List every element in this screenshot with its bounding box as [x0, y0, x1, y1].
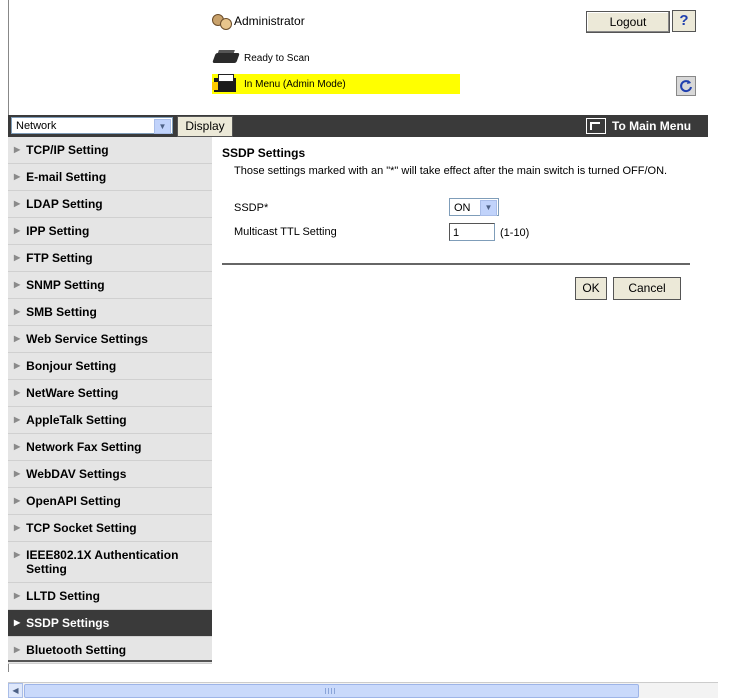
sidebar-item-label: FTP Setting [26, 251, 93, 265]
arrow-icon: ▶ [14, 591, 21, 600]
arrow-icon: ▶ [14, 388, 21, 397]
arrow-icon: ▶ [14, 172, 21, 181]
page-title: SSDP Settings [222, 146, 306, 160]
sidebar-item-label: SMB Setting [26, 305, 97, 319]
arrow-icon: ▶ [14, 307, 21, 316]
sidebar-item-openapi[interactable]: ▶ OpenAPI Setting [8, 488, 212, 515]
arrow-icon: ▶ [14, 469, 21, 478]
ttl-label: Multicast TTL Setting [234, 226, 337, 238]
logout-button[interactable]: Logout [586, 11, 670, 33]
sidebar-item-network-fax[interactable]: ▶ Network Fax Setting [8, 434, 212, 461]
main-menu-label: To Main Menu [612, 118, 692, 133]
arrow-icon: ▶ [14, 361, 21, 370]
arrow-icon: ▶ [14, 442, 21, 451]
arrow-icon: ▶ [14, 145, 21, 154]
ssdp-select[interactable]: ON ▼ [449, 198, 499, 216]
sidebar-item-label: NetWare Setting [26, 386, 119, 400]
content-divider [222, 263, 690, 265]
sidebar-item-ftp[interactable]: ▶ FTP Setting [8, 245, 212, 272]
sidebar-item-netware[interactable]: ▶ NetWare Setting [8, 380, 212, 407]
arrow-icon: ▶ [14, 496, 21, 505]
sidebar-item-snmp[interactable]: ▶ SNMP Setting [8, 272, 212, 299]
arrow-icon: ▶ [14, 226, 21, 235]
user-label: Administrator [234, 14, 305, 28]
sidebar-item-lltd[interactable]: ▶ LLTD Setting [8, 583, 212, 610]
arrow-icon: ▶ [14, 618, 21, 627]
category-select[interactable]: Network ▼ [11, 117, 173, 134]
sidebar-item-label: IEEE802.1X Authentication Setting [26, 548, 179, 576]
sidebar-item-label: Network Fax Setting [26, 440, 142, 454]
sidebar-bottom-divider [8, 660, 212, 662]
mode-status: In Menu (Admin Mode) [212, 74, 460, 94]
main-menu-icon [586, 117, 606, 134]
device-status: Ready to Scan [212, 50, 310, 66]
display-button[interactable]: Display [177, 116, 233, 137]
cancel-button[interactable]: Cancel [613, 277, 681, 300]
sidebar-item-tcpip[interactable]: ▶ TCP/IP Setting [8, 137, 212, 164]
arrow-icon: ▶ [14, 253, 21, 262]
sidebar-item-label: LLTD Setting [26, 589, 100, 603]
sidebar-item-email[interactable]: ▶ E-mail Setting [8, 164, 212, 191]
sidebar-item-label: WebDAV Settings [26, 467, 127, 481]
sidebar-item-ssdp[interactable]: ▶ SSDP Settings [8, 610, 212, 637]
sidebar-item-label: LDAP Setting [26, 197, 103, 211]
scroll-thumb[interactable] [24, 684, 639, 698]
arrow-icon: ▶ [14, 550, 21, 559]
sidebar-item-appletalk[interactable]: ▶ AppleTalk Setting [8, 407, 212, 434]
arrow-icon: ▶ [14, 334, 21, 343]
chevron-down-icon: ▼ [154, 119, 171, 134]
sidebar-item-tcp-socket[interactable]: ▶ TCP Socket Setting [8, 515, 212, 542]
restart-note: Those settings marked with an "*" will t… [234, 165, 668, 177]
chevron-down-icon: ▼ [480, 200, 497, 216]
category-select-value: Network [16, 120, 57, 132]
scanner-icon [212, 50, 240, 66]
horizontal-scrollbar[interactable]: ◀ [8, 682, 718, 698]
sidebar-item-ldap[interactable]: ▶ LDAP Setting [8, 191, 212, 218]
arrow-icon: ▶ [14, 199, 21, 208]
sidebar-item-label: TCP/IP Setting [26, 143, 109, 157]
status-ready-text: Ready to Scan [244, 52, 310, 64]
grip-icon [325, 688, 335, 694]
ok-button[interactable]: OK [575, 277, 607, 300]
refresh-button[interactable] [676, 76, 696, 96]
refresh-icon [680, 80, 692, 93]
arrow-icon: ▶ [14, 280, 21, 289]
header-left-border [8, 0, 9, 115]
sidebar-nav: ▶ TCP/IP Setting ▶ E-mail Setting ▶ LDAP Se… [8, 137, 212, 664]
ssdp-label: SSDP* [234, 202, 269, 214]
sidebar-item-label: E-mail Setting [26, 170, 107, 184]
sidebar-item-label: IPP Setting [26, 224, 90, 238]
help-button[interactable]: ? [672, 10, 696, 32]
sidebar-item-label: AppleTalk Setting [26, 413, 127, 427]
sidebar-item-label: Web Service Settings [26, 332, 148, 346]
ssdp-select-value: ON [454, 202, 471, 214]
sidebar-item-smb[interactable]: ▶ SMB Setting [8, 299, 212, 326]
printer-icon [212, 74, 240, 94]
sidebar-item-label: OpenAPI Setting [26, 494, 121, 508]
to-main-menu-link[interactable]: To Main Menu [586, 116, 691, 135]
sidebar-item-ieee8021x[interactable]: ▶ IEEE802.1X Authentication Setting [8, 542, 212, 583]
arrow-icon: ▶ [14, 415, 21, 424]
sidebar-item-label: TCP Socket Setting [26, 521, 137, 535]
sidebar-item-webdav[interactable]: ▶ WebDAV Settings [8, 461, 212, 488]
scroll-left-icon[interactable]: ◀ [8, 683, 23, 698]
sidebar-item-label: Bonjour Setting [26, 359, 117, 373]
sidebar-item-label: Bluetooth Setting [26, 643, 127, 657]
status-mode-text: In Menu (Admin Mode) [244, 78, 346, 90]
sidebar-item-bonjour[interactable]: ▶ Bonjour Setting [8, 353, 212, 380]
sidebar-item-label: SNMP Setting [26, 278, 105, 292]
sidebar-item-ipp[interactable]: ▶ IPP Setting [8, 218, 212, 245]
sidebar-item-label: SSDP Settings [26, 616, 110, 630]
sidebar-item-web-service[interactable]: ▶ Web Service Settings [8, 326, 212, 353]
users-icon [212, 12, 232, 30]
arrow-icon: ▶ [14, 645, 21, 654]
arrow-icon: ▶ [14, 523, 21, 532]
ttl-input[interactable]: 1 [449, 223, 495, 241]
ttl-range-hint: (1-10) [500, 227, 530, 239]
admin-indicator: Administrator [212, 12, 305, 30]
